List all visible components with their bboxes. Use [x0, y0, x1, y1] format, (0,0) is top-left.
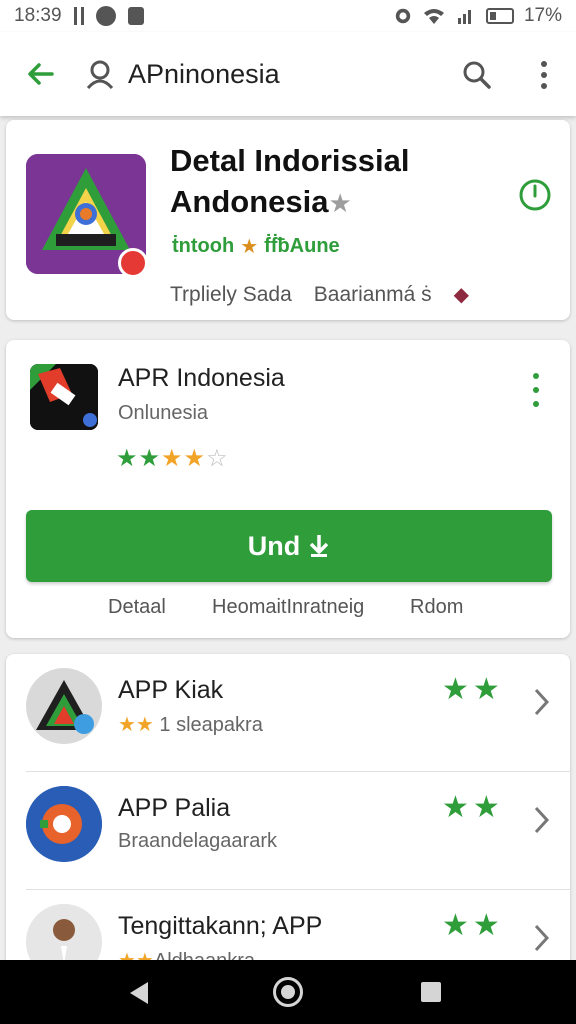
rating-stars: ★★: [442, 909, 504, 942]
sim-icon: [127, 7, 144, 25]
related-app-name: APP Kiak: [118, 676, 224, 704]
tab-random[interactable]: Rdom: [410, 596, 463, 619]
related-apps-card: APP Kiak ★★ 1 sleapakra ★★ APP Palia Bra…: [6, 654, 570, 974]
list-item[interactable]: APP Palia Braandelagaarark ★★: [6, 772, 570, 890]
back-arrow-icon: [28, 63, 54, 85]
alarm-icon: [395, 8, 411, 24]
download-icon: [309, 535, 329, 557]
related-app-name: APP Palia: [118, 794, 231, 822]
featured-meta: Trpliely Sada Baarianmá ṡ ◆: [170, 282, 469, 307]
navigation-bar: [0, 960, 576, 1024]
related-app-name: Tengittakann; APP: [118, 912, 323, 940]
install-label: Und: [247, 530, 301, 561]
meta-left: Trpliely Sada: [170, 282, 292, 306]
search-button[interactable]: [454, 52, 500, 98]
rating-stars: ★★: [442, 673, 504, 706]
search-icon: [463, 61, 491, 89]
install-button[interactable]: Und: [26, 510, 552, 582]
featured-rating: ṫntooh ★ ḟḟƀAune: [172, 234, 340, 259]
app-icon: [26, 786, 102, 862]
app-icon: [30, 364, 98, 430]
star-empty-icon: ☆: [206, 445, 229, 472]
nav-recents-icon[interactable]: [421, 982, 441, 1002]
title-line2: Andonesia: [170, 184, 329, 219]
rating-left: ṫntooh: [172, 235, 235, 257]
featured-app-title: Detal Indorissial Andonesia★: [170, 140, 470, 224]
clock-icon[interactable]: [518, 178, 552, 212]
app-icon: [26, 668, 102, 744]
app-detail-card: APR Indonesia Onlunesia ★★★★☆ Und Detaal…: [6, 340, 570, 638]
related-app-subtitle: ★★ 1 sleapakra: [118, 712, 263, 737]
app-developer[interactable]: Onlunesia: [118, 402, 208, 425]
heart-icon: ◆: [453, 284, 470, 306]
star-icon: ★: [328, 188, 352, 218]
list-item[interactable]: APP Kiak ★★ 1 sleapakra ★★: [6, 654, 570, 772]
app-rating-stars: ★★★★☆: [116, 444, 229, 473]
gallery-icon: [73, 7, 84, 25]
app-name: APR Indonesia: [118, 364, 285, 392]
status-bar: 18:39 17%: [0, 0, 576, 32]
rating-right: ḟḟƀAune: [264, 235, 340, 257]
back-button[interactable]: [0, 32, 80, 116]
more-vert-icon[interactable]: [526, 370, 546, 410]
battery-percent: 17%: [523, 5, 562, 26]
battery-icon: [485, 8, 514, 24]
nav-home-icon[interactable]: [273, 977, 303, 1007]
chevron-right-icon: [534, 924, 550, 952]
star-icon: ★★: [118, 714, 154, 736]
star-icon: ★: [116, 445, 139, 472]
search-field-icon: [80, 32, 120, 116]
notification-icon: [95, 6, 116, 26]
more-vert-icon: [541, 61, 547, 89]
subtitle-text: 1 sleapakra: [159, 714, 263, 736]
app-logo-icon: [36, 680, 94, 734]
search-icon: [86, 60, 114, 90]
chevron-right-icon: [534, 688, 550, 716]
star-icon: ★: [138, 445, 162, 472]
app-badge: [118, 248, 148, 278]
featured-app-card[interactable]: Detal Indorissial Andonesia★ ṫntooh ★ ḟḟ…: [6, 120, 570, 320]
search-query[interactable]: APninonesia: [128, 59, 280, 90]
star-icon: ★: [161, 445, 184, 472]
more-options-button[interactable]: [522, 52, 566, 98]
signal-icon: [457, 10, 471, 24]
tab-details[interactable]: Detaal: [108, 596, 166, 619]
related-app-subtitle: Braandelagaarark: [118, 830, 277, 852]
tab-information[interactable]: HeomaitInratneig: [212, 596, 364, 619]
star-icon: ★: [183, 445, 207, 472]
rating-stars: ★★: [442, 791, 504, 824]
gear-icon: [26, 786, 102, 862]
nav-back-icon[interactable]: [126, 980, 152, 1006]
wifi-icon: [423, 9, 444, 24]
star-icon: ★: [240, 236, 259, 258]
app-icon[interactable]: [30, 364, 98, 430]
title-line1: Detal Indorissial: [170, 143, 410, 178]
app-bar: APninonesia: [0, 32, 576, 116]
status-time: 18:39: [14, 5, 62, 26]
meta-right: Baarianmá ṡ: [313, 282, 432, 306]
chevron-right-icon: [534, 806, 550, 834]
